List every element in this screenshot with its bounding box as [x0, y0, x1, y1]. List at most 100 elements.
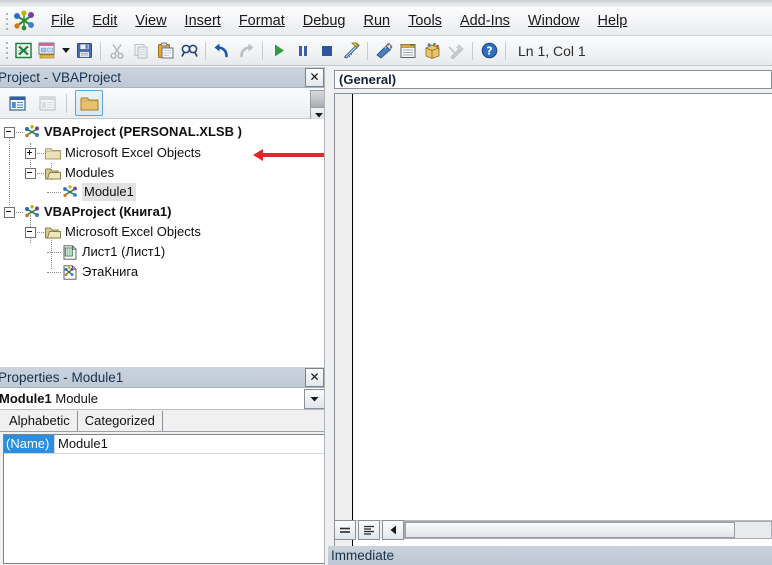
- properties-object-combo[interactable]: Module1 Module: [0, 388, 328, 410]
- tree-item-list1[interactable]: Лист1 (Лист1): [46, 243, 165, 261]
- tree-item-thisworkbook[interactable]: ЭтаКнига: [46, 263, 138, 281]
- tree-item-module1[interactable]: Module1: [46, 183, 136, 201]
- toolbar-gripper[interactable]: [2, 41, 11, 61]
- immediate-window-titlebar[interactable]: Immediate: [328, 546, 772, 565]
- procedure-view-icon[interactable]: [334, 520, 356, 540]
- run-macro-icon[interactable]: [267, 39, 291, 63]
- folder-open-icon: [44, 165, 62, 181]
- tab-categorized[interactable]: Categorized: [77, 411, 163, 431]
- menu-view[interactable]: View: [126, 10, 175, 32]
- menu-file-label: File: [51, 13, 75, 29]
- menu-debug[interactable]: Debug: [294, 10, 355, 32]
- properties-grid[interactable]: (Name) Module1: [3, 434, 325, 564]
- tree-expander-minus-icon[interactable]: [4, 126, 15, 138]
- standard-toolbar: ? Ln 1, Col 1: [0, 36, 772, 66]
- properties-panel: Properties - Module1 ✕ Module1 Module Al…: [0, 367, 328, 565]
- code-horizontal-scrollbar-row: [334, 520, 772, 540]
- menu-addins-label: Add-Ins: [459, 13, 510, 29]
- project-explorer-close-button[interactable]: ✕: [305, 67, 324, 87]
- vba-logo-icon: [12, 10, 36, 32]
- scroll-left-button[interactable]: [382, 520, 404, 540]
- toolbox-icon[interactable]: [444, 39, 468, 63]
- object-browser-icon[interactable]: [420, 39, 444, 63]
- menu-file[interactable]: File: [42, 10, 83, 32]
- menu-view-label: View: [135, 13, 167, 29]
- save-icon[interactable]: [72, 39, 96, 63]
- tree-item-excel-objects-kniga1[interactable]: Microsoft Excel Objects: [25, 223, 201, 241]
- help-icon[interactable]: ?: [477, 39, 501, 63]
- properties-object-type: Module: [55, 391, 98, 406]
- worksheet-icon: [61, 244, 79, 260]
- insert-userform-icon[interactable]: [35, 39, 59, 63]
- properties-object-name: Module1: [0, 391, 52, 406]
- properties-row[interactable]: (Name) Module1: [4, 435, 324, 454]
- property-name-value[interactable]: Module1: [54, 435, 324, 453]
- tree-expander-minus-icon[interactable]: [25, 167, 36, 179]
- full-module-view-icon[interactable]: [358, 520, 380, 540]
- tree-item-label: Microsoft Excel Objects: [65, 145, 201, 160]
- procedure-combo-value: (General): [339, 72, 397, 87]
- thisworkbook-icon: [61, 264, 79, 280]
- vba-editor-window: File Edit View Insert Format Debug Run T…: [0, 0, 772, 565]
- menu-help[interactable]: Help: [589, 10, 637, 32]
- menu-insert-label: Insert: [184, 13, 221, 29]
- undo-icon[interactable]: [210, 39, 234, 63]
- view-excel-icon[interactable]: [11, 39, 35, 63]
- horizontal-scroll-track[interactable]: [404, 521, 772, 539]
- properties-titlebar[interactable]: Properties - Module1 ✕: [0, 367, 328, 388]
- property-name-key: (Name): [4, 435, 54, 453]
- tab-alphabetic[interactable]: Alphabetic: [2, 411, 78, 431]
- chevron-down-icon: [310, 396, 319, 401]
- tree-item-label: Module1: [82, 183, 136, 201]
- toggle-folders-icon[interactable]: [75, 90, 103, 116]
- tree-item-label: Modules: [65, 165, 115, 180]
- menu-run-label: Run: [363, 13, 391, 29]
- reset-icon[interactable]: [315, 39, 339, 63]
- code-editor[interactable]: [334, 93, 772, 565]
- tree-item-label: VBAProject (PERSONAL.XLSB ): [44, 124, 242, 139]
- copy-icon[interactable]: [129, 39, 153, 63]
- properties-close-button[interactable]: ✕: [305, 367, 324, 387]
- tree-expander-minus-icon[interactable]: [25, 226, 36, 238]
- view-object-icon[interactable]: [34, 91, 60, 115]
- break-icon[interactable]: [291, 39, 315, 63]
- tree-expander-minus-icon[interactable]: [4, 206, 15, 218]
- tree-item-vbaproject-kniga1[interactable]: VBAProject (Книга1): [4, 203, 171, 221]
- insert-dropdown-caret[interactable]: [59, 40, 72, 62]
- properties-tabs: Alphabetic Categorized: [0, 410, 328, 432]
- properties-window-icon[interactable]: [396, 39, 420, 63]
- paste-icon[interactable]: [153, 39, 177, 63]
- project-explorer-titlebar[interactable]: Project - VBAProject ✕: [0, 67, 328, 88]
- vbaproject-icon: [23, 124, 41, 140]
- menu-format-label: Format: [238, 13, 285, 29]
- tree-item-excel-objects-personal[interactable]: Microsoft Excel Objects: [25, 144, 201, 162]
- close-icon: ✕: [309, 70, 320, 84]
- chevron-left-icon: [390, 525, 396, 535]
- redo-icon[interactable]: [234, 39, 258, 63]
- menu-tools[interactable]: Tools: [399, 10, 451, 32]
- menu-insert[interactable]: Insert: [176, 10, 230, 32]
- horizontal-scroll-thumb[interactable]: [405, 522, 735, 538]
- tree-item-label: Microsoft Excel Objects: [65, 224, 201, 239]
- menu-addins[interactable]: Add-Ins: [451, 10, 519, 32]
- properties-combo-dropdown-button[interactable]: [304, 388, 325, 409]
- find-icon[interactable]: [177, 39, 201, 63]
- menu-run[interactable]: Run: [354, 10, 399, 32]
- code-text[interactable]: [355, 96, 770, 565]
- code-margin-indicator-bar[interactable]: [335, 94, 353, 565]
- tree-item-modules[interactable]: Modules: [25, 164, 114, 182]
- design-mode-icon[interactable]: [339, 39, 363, 63]
- module-icon: [61, 184, 79, 200]
- menu-edit[interactable]: Edit: [83, 10, 126, 32]
- tree-item-vbaproject-personal[interactable]: VBAProject (PERSONAL.XLSB ): [4, 123, 242, 141]
- project-explorer-icon[interactable]: [372, 39, 396, 63]
- menu-format[interactable]: Format: [230, 10, 294, 32]
- menu-debug-label: Debug: [302, 13, 346, 29]
- menubar-gripper[interactable]: [2, 11, 11, 31]
- status-line-col: Ln 1, Col 1: [518, 42, 586, 59]
- view-code-icon[interactable]: [4, 91, 30, 115]
- menu-window[interactable]: Window: [519, 10, 589, 32]
- tree-expander-plus-icon[interactable]: [25, 147, 36, 159]
- cut-icon[interactable]: [105, 39, 129, 63]
- procedure-combo[interactable]: (General): [334, 70, 772, 89]
